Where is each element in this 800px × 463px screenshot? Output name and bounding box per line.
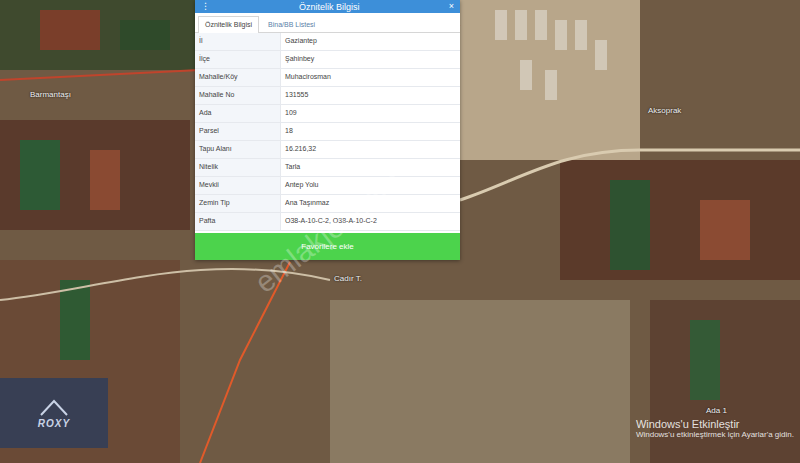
attribute-row: İlGaziantep <box>195 33 460 51</box>
attribute-label: Zemin Tip <box>195 195 281 212</box>
attribute-value: Şahinbey <box>281 51 460 68</box>
roxy-logo: ROXY <box>0 378 108 448</box>
map-label: Barmantaşı <box>30 90 71 99</box>
attribute-value: 109 <box>281 105 460 122</box>
attribute-value: Muhacirosman <box>281 69 460 86</box>
attribute-row: MevkiiAntep Yolu <box>195 177 460 195</box>
tab-bar: Öznitelik BilgisiBina/BB Listesi <box>195 13 460 33</box>
attribute-label: Mahalle No <box>195 87 281 104</box>
map-label: Ada 1 <box>706 406 727 415</box>
tab[interactable]: Öznitelik Bilgisi <box>198 16 259 33</box>
attribute-label: İlçe <box>195 51 281 68</box>
menu-icon[interactable]: ⋮ <box>201 2 210 11</box>
attribute-row: Mahalle/KöyMuhacirosman <box>195 69 460 87</box>
attribute-table: İlGaziantepİlçeŞahinbeyMahalle/KöyMuhaci… <box>195 33 460 231</box>
map-view[interactable]: Barmantaşı Aksoprak Cadır T. Ada 1 ⋮ Özniteli… <box>0 0 800 463</box>
attribute-row: Zemin TipAna Taşınmaz <box>195 195 460 213</box>
attribute-row: NitelikTarla <box>195 159 460 177</box>
attribute-value: 18 <box>281 123 460 140</box>
attribute-value: Ana Taşınmaz <box>281 195 460 212</box>
attribute-value: 16.216,32 <box>281 141 460 158</box>
watermark: emlakjet.com <box>248 164 408 300</box>
map-label: Cadır T. <box>334 274 362 283</box>
attribute-label: İl <box>195 33 281 50</box>
panel-header: ⋮ Öznitelik Bilgisi × <box>195 0 460 13</box>
attribute-label: Nitelik <box>195 159 281 176</box>
attribute-label: Parsel <box>195 123 281 140</box>
attribute-row: Ada109 <box>195 105 460 123</box>
attribute-value: Gaziantep <box>281 33 460 50</box>
panel-title: Öznitelik Bilgisi <box>299 2 360 12</box>
attribute-label: Ada <box>195 105 281 122</box>
attribute-row: Mahalle No131555 <box>195 87 460 105</box>
attribute-value: 131555 <box>281 87 460 104</box>
attribute-row: PaftaO38-A-10-C-2, O38-A-10-C-2 <box>195 213 460 231</box>
attribute-value: Antep Yolu <box>281 177 460 194</box>
attribute-label: Tapu Alanı <box>195 141 281 158</box>
attribute-row: İlçeŞahinbey <box>195 51 460 69</box>
attribute-row: Tapu Alanı16.216,32 <box>195 141 460 159</box>
attribute-value: Tarla <box>281 159 460 176</box>
close-icon[interactable]: × <box>449 2 454 11</box>
attribute-label: Mevkii <box>195 177 281 194</box>
add-favorite-button[interactable]: Favorilere ekle <box>195 233 460 260</box>
tab[interactable]: Bina/BB Listesi <box>261 16 322 32</box>
map-label: Aksoprak <box>648 106 681 115</box>
windows-activation-notice: Windows'u EtkinleştirWindows'u etkinleşt… <box>636 418 794 439</box>
attribute-label: Pafta <box>195 213 281 230</box>
roof-icon <box>39 397 69 417</box>
attribute-label: Mahalle/Köy <box>195 69 281 86</box>
attribute-value: O38-A-10-C-2, O38-A-10-C-2 <box>281 213 460 230</box>
attribute-row: Parsel18 <box>195 123 460 141</box>
attribute-panel: ⋮Öznitelik Bilgisi×Öznitelik BilgisiBina… <box>195 0 460 260</box>
